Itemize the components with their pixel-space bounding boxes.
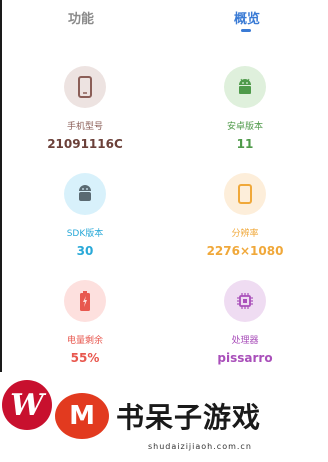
android-version-label: 安卓版本 (226, 122, 263, 132)
card-battery: 电量剩余 55% (10, 280, 160, 365)
resolution-value: 2276×1080 (206, 244, 284, 258)
card-processor: 处理器 pissarro (170, 280, 320, 365)
android-icon (224, 66, 266, 108)
resolution-label: 分辨率 (231, 229, 259, 239)
cpu-icon (224, 280, 266, 322)
phone-model-value: 21091116C (47, 137, 123, 151)
card-sdk-version: SDK版本 30 (10, 173, 160, 258)
card-android-version: 安卓版本 11 (170, 66, 320, 151)
watermark-banner: W M 书呆子游戏 shudaizijiaoh.com.cn (0, 372, 328, 462)
sdk-version-label: SDK版本 (66, 229, 104, 239)
watermark-url: shudaizijiaoh.com.cn (148, 442, 252, 451)
screen-icon (224, 173, 266, 215)
watermark-m-icon: M (55, 393, 109, 439)
phone-model-label: 手机型号 (66, 122, 103, 132)
watermark-brand-text: 书呆子游戏 (116, 401, 262, 434)
processor-label: 处理器 (231, 336, 259, 346)
watermark-logo: W (2, 380, 52, 430)
android-version-value: 11 (236, 137, 254, 151)
phone-icon (64, 66, 106, 108)
sdk-version-value: 30 (76, 244, 94, 258)
device-info-grid: 手机型号 21091116C 安卓版本 11 SDK版本 30 分辨率 2276… (0, 0, 328, 372)
card-resolution: 分辨率 2276×1080 (170, 173, 320, 258)
battery-value: 55% (70, 351, 100, 365)
processor-value: pissarro (217, 351, 273, 365)
card-phone-model: 手机型号 21091116C (10, 66, 160, 151)
battery-label: 电量剩余 (66, 336, 103, 346)
sdk-icon (64, 173, 106, 215)
battery-icon (64, 280, 106, 322)
